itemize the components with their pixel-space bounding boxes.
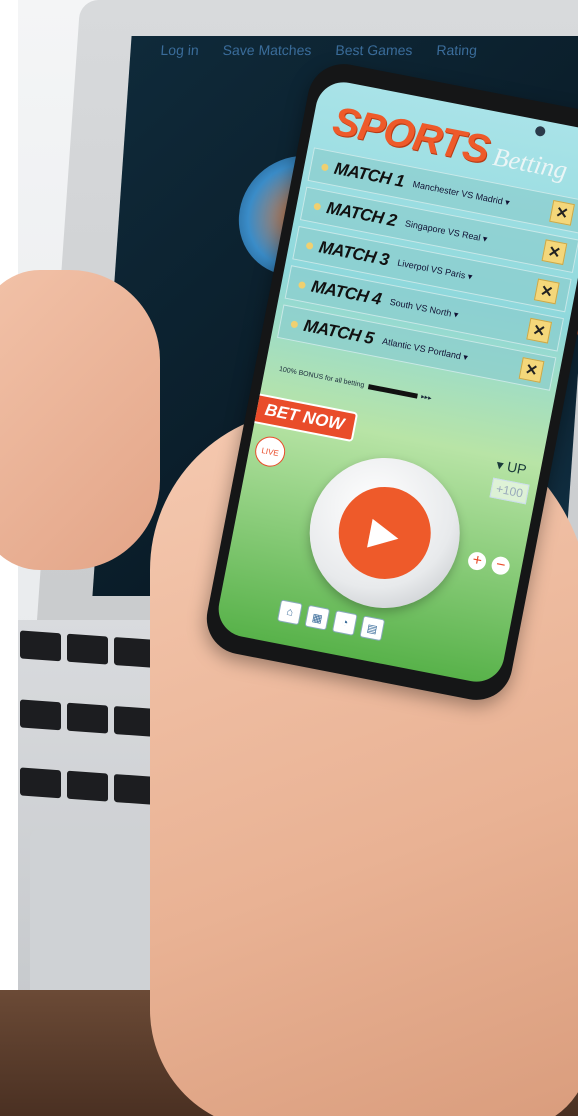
odds-value: +100 (489, 477, 530, 505)
laptop-menu: Log in Save Matches Best Games Rating (160, 42, 477, 58)
bonus-banner: 100% BONUS for all betting ▸▸▸ (278, 365, 432, 402)
bonus-text: 100% BONUS for all betting (278, 365, 365, 389)
minus-icon[interactable]: − (490, 555, 512, 577)
match-list: MATCH 1 Manchester VS Madrid ▾ ✕ MATCH 2… (276, 147, 578, 396)
bullet-icon (305, 241, 314, 250)
grid-icon[interactable]: ▦ (304, 604, 331, 631)
key (67, 702, 109, 734)
bonus-progress-bar (367, 383, 418, 399)
left-hand (0, 270, 160, 570)
camera-icon (534, 125, 547, 138)
key (20, 767, 62, 799)
calendar-icon[interactable]: ▤ (359, 615, 386, 642)
match-label: MATCH 2 (324, 198, 399, 231)
key (67, 633, 109, 665)
home-icon[interactable]: ⌂ (276, 599, 303, 626)
bullet-icon (290, 319, 299, 328)
close-icon[interactable]: ✕ (541, 239, 568, 266)
key (20, 630, 62, 662)
close-icon[interactable]: ✕ (549, 200, 575, 226)
bet-now-button[interactable]: BET NOW (250, 392, 359, 443)
close-icon[interactable]: ✕ (526, 317, 553, 344)
laptop-menu-best[interactable]: Best Games (335, 42, 413, 58)
laptop-menu-login[interactable]: Log in (160, 42, 199, 58)
laptop-menu-save[interactable]: Save Matches (222, 42, 312, 58)
photo-scene: Log in Save Matches Best Games Rating SP… (0, 0, 578, 1116)
plus-icon[interactable]: + (466, 550, 488, 572)
bullet-icon (297, 280, 307, 289)
match-label: MATCH 5 (302, 315, 376, 349)
stats-icon[interactable]: ◔ (331, 610, 358, 636)
arrows-icon: ▸▸▸ (420, 393, 433, 403)
close-icon[interactable]: ✕ (533, 278, 560, 305)
laptop-menu-rating[interactable]: Rating (436, 42, 478, 58)
match-label: MATCH 1 (332, 158, 406, 191)
match-label: MATCH 4 (309, 276, 383, 309)
up-indicator: ▾ UP (495, 456, 528, 478)
key (67, 771, 109, 802)
match-label: MATCH 3 (317, 237, 391, 270)
bullet-icon (313, 201, 322, 211)
logo-betting: Betting (490, 142, 570, 185)
bullet-icon (320, 162, 330, 171)
key (20, 699, 62, 730)
live-button[interactable]: LIVE (252, 434, 288, 470)
close-icon[interactable]: ✕ (518, 357, 545, 383)
